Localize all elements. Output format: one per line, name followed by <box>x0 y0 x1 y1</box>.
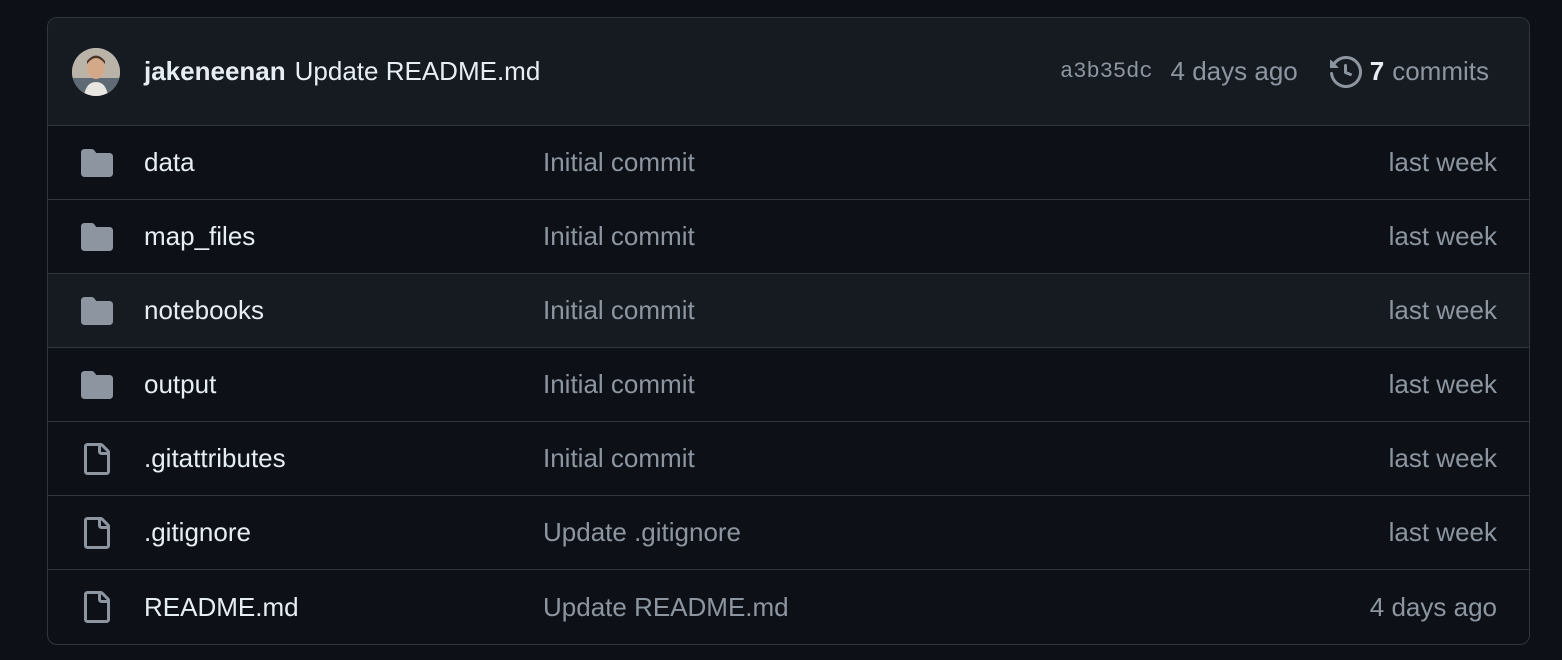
file-commit-date: last week <box>1388 443 1497 473</box>
file-commit-message-link[interactable]: Initial commit <box>543 369 1389 400</box>
file-list: data Initial commit last week map_files Init… <box>48 126 1529 644</box>
folder-icon <box>80 368 114 402</box>
commits-label: commits <box>1392 56 1489 86</box>
file-name-link[interactable]: notebooks <box>144 295 543 326</box>
commit-message-link[interactable]: Update README.md <box>295 56 541 87</box>
file-name-link[interactable]: data <box>144 147 543 178</box>
file-commit-date: last week <box>1388 221 1497 251</box>
file-row[interactable]: map_files Initial commit last week <box>48 200 1529 274</box>
file-row[interactable]: output Initial commit last week <box>48 348 1529 422</box>
file-commit-message-link[interactable]: Update README.md <box>543 592 1370 623</box>
file-name-link[interactable]: README.md <box>144 592 543 623</box>
commits-count: 7 <box>1369 56 1385 86</box>
file-browser: jakeneenan Update README.md a3b35dc 4 da… <box>47 17 1530 645</box>
commit-sha-link[interactable]: a3b35dc <box>1060 59 1152 84</box>
latest-commit-bar: jakeneenan Update README.md a3b35dc 4 da… <box>48 18 1529 126</box>
file-commit-date: last week <box>1388 369 1497 399</box>
author-avatar[interactable] <box>72 47 120 96</box>
file-name-link[interactable]: .gitattributes <box>144 443 543 474</box>
folder-icon <box>80 294 114 328</box>
file-commit-message-link[interactable]: Initial commit <box>543 147 1389 178</box>
file-commit-message-link[interactable]: Initial commit <box>543 443 1389 474</box>
file-icon <box>80 516 114 550</box>
history-icon <box>1329 55 1362 88</box>
folder-icon <box>80 146 114 180</box>
file-name-link[interactable]: .gitignore <box>144 517 543 548</box>
file-commit-message-link[interactable]: Initial commit <box>543 221 1389 252</box>
file-name-link[interactable]: map_files <box>144 221 543 252</box>
folder-icon <box>80 220 114 254</box>
file-icon <box>80 442 114 476</box>
file-commit-message-link[interactable]: Update .gitignore <box>543 517 1389 548</box>
commit-time: 4 days ago <box>1170 56 1298 86</box>
file-row[interactable]: data Initial commit last week <box>48 126 1529 200</box>
file-commit-date: 4 days ago <box>1369 591 1497 622</box>
file-icon <box>80 590 114 624</box>
file-row[interactable]: .gitignore Update .gitignore last week <box>48 496 1529 570</box>
file-row[interactable]: .gitattributes Initial commit last week <box>48 422 1529 496</box>
file-commit-date: last week <box>1388 147 1497 177</box>
file-row[interactable]: README.md Update README.md 4 days ago <box>48 570 1529 644</box>
file-commit-date: last week <box>1388 295 1497 325</box>
commit-author-link[interactable]: jakeneenan <box>144 56 286 87</box>
file-row[interactable]: notebooks Initial commit last week <box>48 274 1529 348</box>
commits-history-link[interactable]: 7 commits <box>1329 55 1489 88</box>
file-commit-message-link[interactable]: Initial commit <box>543 295 1389 326</box>
file-commit-date: last week <box>1388 517 1497 547</box>
file-name-link[interactable]: output <box>144 369 543 400</box>
